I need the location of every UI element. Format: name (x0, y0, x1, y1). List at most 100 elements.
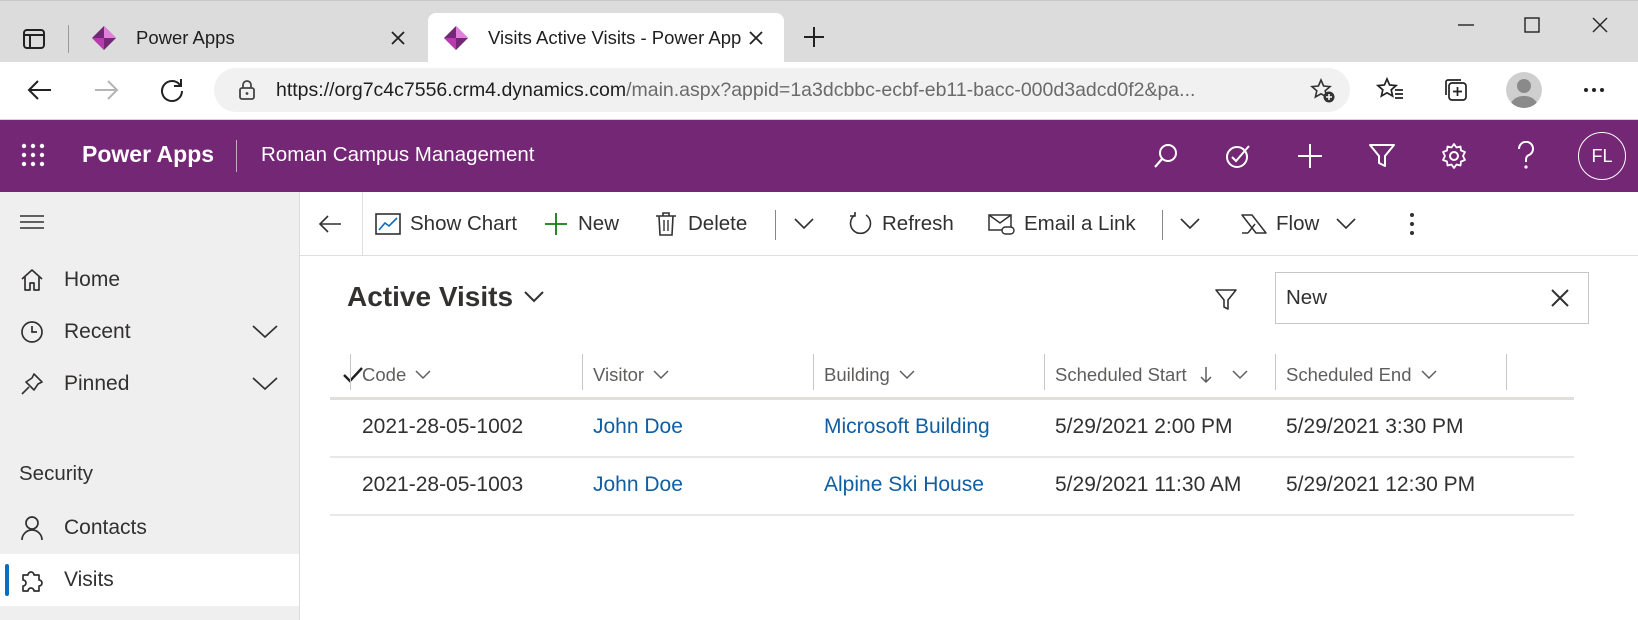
clear-search-icon[interactable] (1546, 284, 1574, 312)
sidebar-item-visits[interactable]: Visits (0, 554, 299, 606)
app-launcher-icon[interactable] (18, 140, 48, 170)
command-divider (362, 192, 363, 256)
add-favorite-icon[interactable] (1310, 78, 1336, 104)
back-arrow-icon[interactable] (22, 72, 58, 108)
column-header-label: Scheduled Start (1055, 363, 1187, 385)
column-header-code[interactable]: Code (362, 352, 434, 397)
sidebar-item-home[interactable]: Home (0, 254, 299, 306)
tab-title: Power Apps (136, 27, 235, 48)
refresh-button[interactable]: Refresh (846, 204, 954, 244)
delete-button[interactable]: Delete (652, 204, 747, 244)
sidebar-item-pinned[interactable]: Pinned (0, 358, 299, 410)
column-separator (1506, 354, 1507, 390)
sidebar-item-recent[interactable]: Recent (0, 306, 299, 358)
column-header-label: Building (824, 363, 890, 385)
settings-gear-icon[interactable] (1436, 138, 1472, 174)
environment-name[interactable]: Roman Campus Management (261, 143, 534, 167)
close-tab-icon[interactable] (384, 24, 412, 52)
close-window-icon[interactable] (1586, 11, 1614, 39)
sidebar-group-title: Security (19, 462, 94, 485)
browser-tab-visits[interactable]: Visits Active Visits - Power Apps (428, 13, 784, 63)
address-bar[interactable]: https://org7c4c7556.crm4.dynamics.com/ma… (214, 68, 1350, 112)
add-icon[interactable] (1292, 138, 1328, 174)
chevron-down-icon[interactable] (251, 370, 279, 398)
minimize-icon[interactable] (1452, 11, 1480, 39)
back-arrow-icon[interactable] (314, 208, 346, 240)
browser-tab-power-apps[interactable]: Power Apps (76, 13, 426, 63)
header-divider (236, 140, 237, 172)
tab-actions-icon[interactable] (14, 21, 54, 57)
chevron-down-icon (412, 364, 434, 386)
app-header: Power Apps Roman Campus Management FL (0, 120, 1638, 192)
sidebar-item-contacts[interactable]: Contacts (0, 502, 299, 554)
email-link-button[interactable]: Email a Link (988, 204, 1136, 244)
refresh-label: Refresh (882, 212, 954, 235)
column-header-label: Visitor (593, 363, 645, 385)
help-question-icon[interactable] (1508, 138, 1544, 174)
flow-chevron-icon[interactable] (1332, 210, 1360, 238)
power-apps-favicon-icon (442, 24, 470, 52)
column-separator (1044, 354, 1045, 390)
maximize-icon[interactable] (1518, 11, 1546, 39)
new-button[interactable]: New (542, 204, 619, 244)
show-chart-label: Show Chart (410, 212, 518, 235)
cell-scheduled-end: 5/29/2021 3:30 PM (1286, 415, 1464, 438)
cell-building-link[interactable]: Alpine Ski House (824, 473, 984, 497)
column-header-building[interactable]: Building (824, 352, 918, 397)
collections-icon[interactable] (1438, 72, 1474, 108)
cell-visitor-link[interactable]: John Doe (593, 415, 683, 439)
column-header-scheduled-start[interactable]: Scheduled Start (1055, 352, 1251, 397)
search-icon[interactable] (1148, 138, 1184, 174)
column-header-visitor[interactable]: Visitor (593, 352, 672, 397)
column-header-label: Scheduled End (1286, 363, 1412, 385)
table-row[interactable]: 2021-28-05-1003 John Doe Alpine Ski Hous… (330, 458, 1574, 516)
close-tab-icon[interactable] (742, 24, 770, 52)
clock-icon (18, 318, 46, 346)
selected-indicator (5, 564, 9, 596)
sidebar-item-label: Visits (64, 568, 114, 591)
forward-arrow-icon[interactable] (88, 72, 124, 108)
app-name[interactable]: Power Apps (82, 141, 214, 168)
trash-icon (652, 210, 680, 238)
site-map-sidebar: Home Recent Pinned Security Contacts Vis… (0, 192, 300, 620)
quick-find-search[interactable] (1275, 272, 1589, 324)
new-tab-icon[interactable] (800, 23, 828, 51)
delete-more-chevron-icon[interactable] (790, 210, 818, 238)
url-path: /main.aspx?appid=1a3dcbbc-ecbf-eb11-bacc… (626, 78, 1196, 101)
more-options-icon[interactable] (1576, 72, 1612, 108)
power-apps-favicon-icon (90, 24, 118, 52)
email-more-chevron-icon[interactable] (1176, 210, 1204, 238)
cell-visitor-link[interactable]: John Doe (593, 473, 683, 497)
new-label: New (578, 212, 620, 235)
more-commands-icon[interactable] (1398, 210, 1426, 238)
cell-scheduled-start: 5/29/2021 2:00 PM (1055, 415, 1233, 438)
command-divider (775, 210, 776, 240)
flow-button[interactable]: Flow (1240, 204, 1319, 244)
cell-code: 2021-28-05-1003 (362, 473, 524, 496)
task-check-icon[interactable] (1220, 138, 1256, 174)
reload-icon[interactable] (154, 72, 190, 108)
chevron-down-icon[interactable] (251, 318, 279, 346)
browser-profile-avatar[interactable] (1506, 72, 1542, 108)
column-header-scheduled-end[interactable]: Scheduled End (1286, 352, 1440, 397)
cell-scheduled-start: 5/29/2021 11:30 AM (1055, 473, 1242, 496)
filter-icon[interactable] (1364, 138, 1400, 174)
view-selector[interactable]: Active Visits (347, 281, 547, 313)
sort-descending-arrow-icon (1197, 364, 1215, 386)
url-host: https://org7c4c7556.crm4.dynamics.com (276, 78, 627, 101)
hamburger-menu-icon[interactable] (18, 208, 46, 236)
filter-icon[interactable] (1212, 285, 1240, 313)
chevron-down-icon (1229, 364, 1251, 386)
chevron-down-icon (521, 284, 547, 310)
show-chart-button[interactable]: Show Chart (374, 204, 517, 244)
user-avatar[interactable]: FL (1578, 132, 1626, 180)
favorites-icon[interactable] (1372, 72, 1408, 108)
plus-icon (542, 210, 570, 238)
lock-icon[interactable] (236, 79, 258, 101)
search-input[interactable] (1286, 286, 1536, 310)
grid-header: Code Visitor Building Scheduled Start Sc… (330, 352, 1574, 400)
table-row[interactable]: 2021-28-05-1002 John Doe Microsoft Build… (330, 400, 1574, 458)
cell-building-link[interactable]: Microsoft Building (824, 415, 990, 439)
sidebar-item-label: Pinned (64, 372, 130, 395)
cell-scheduled-end: 5/29/2021 12:30 PM (1286, 473, 1476, 496)
